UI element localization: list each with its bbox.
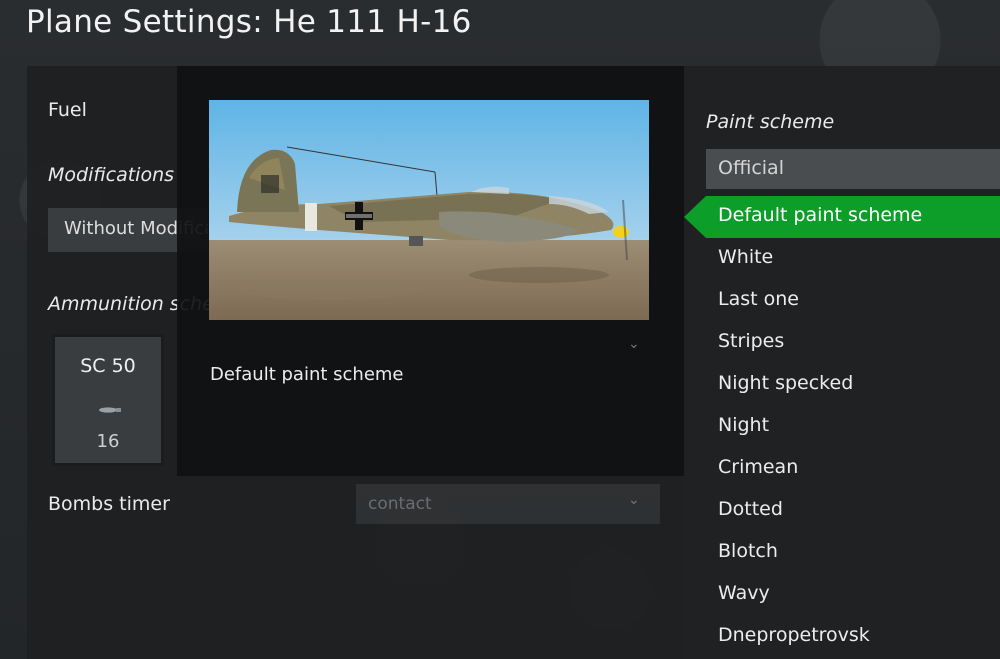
paint-scheme-item[interactable]: Night: [706, 406, 1000, 448]
paint-scheme-list: Default paint scheme White Last one Stri…: [684, 196, 1000, 658]
bombs-timer-select[interactable]: contact: [356, 484, 660, 524]
paint-scheme-item[interactable]: Night specked: [706, 364, 1000, 406]
page-title: Plane Settings: He 111 H-16: [26, 4, 472, 40]
bombs-timer-label: Bombs timer: [48, 493, 170, 515]
chevron-down-icon: ⌄: [628, 336, 640, 352]
preview-caption: Default paint scheme: [210, 364, 404, 385]
chevron-down-icon: ⌄: [628, 492, 640, 508]
paint-scheme-item[interactable]: Wavy: [706, 574, 1000, 616]
paint-scheme-item[interactable]: White: [706, 238, 1000, 280]
paint-scheme-item[interactable]: Dnepropetrovsk: [706, 616, 1000, 658]
paint-category-select[interactable]: Official: [706, 149, 1000, 189]
ammo-name: SC 50: [80, 355, 136, 377]
aircraft-preview-image: [209, 100, 649, 320]
paint-scheme-item[interactable]: Blotch: [706, 532, 1000, 574]
paint-scheme-item[interactable]: Stripes: [706, 322, 1000, 364]
ammo-card[interactable]: SC 50 16: [52, 334, 164, 466]
paint-scheme-item[interactable]: Default paint scheme: [684, 196, 1000, 238]
paint-scheme-item[interactable]: Dotted: [706, 490, 1000, 532]
bomb-icon: [99, 407, 121, 413]
ammo-count: 16: [96, 431, 120, 452]
paint-scheme-item[interactable]: Crimean: [706, 448, 1000, 490]
modifications-label: Modifications: [48, 164, 175, 186]
fuel-label: Fuel: [48, 99, 87, 121]
paint-scheme-label: Paint scheme: [706, 111, 835, 133]
paint-scheme-item[interactable]: Last one: [706, 280, 1000, 322]
